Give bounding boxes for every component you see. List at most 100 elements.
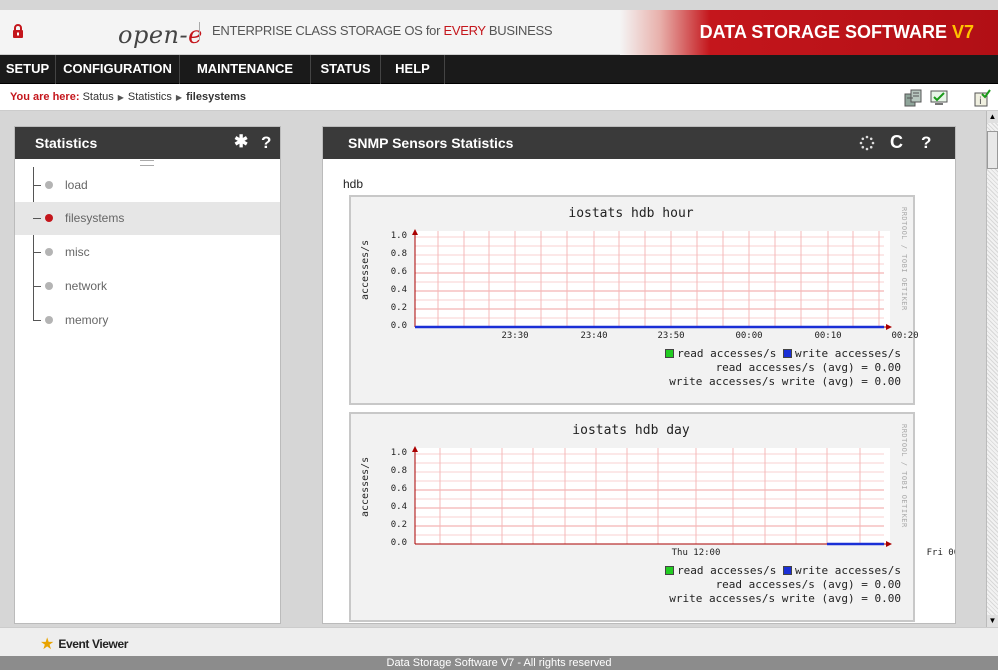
y-tick-label: 0.4 <box>390 502 407 512</box>
legend-row: read accesses/s write accesses/s <box>351 347 901 361</box>
x-tick-label: 00:20 <box>891 331 919 341</box>
x-tick-label: 23:30 <box>501 331 529 341</box>
snmp-sensors-panel: SNMP Sensors Statistics C ? hdb iostats … <box>322 126 956 624</box>
x-tick-label: 23:40 <box>580 331 608 341</box>
y-axis-label: accesses/s <box>360 239 371 300</box>
y-tick-label: 0.0 <box>390 538 407 548</box>
menu-maintenance[interactable]: MAINTENANCE <box>180 55 311 84</box>
breadcrumb-separator-icon: ▶ <box>175 93 183 102</box>
event-viewer-label: Event Viewer <box>58 637 129 651</box>
bullet-icon <box>45 282 53 290</box>
statistics-panel-header: Statistics ✱ ? <box>15 127 280 159</box>
help-icon[interactable]: ? <box>921 133 931 153</box>
tree-item-misc[interactable]: misc <box>15 236 280 269</box>
lock-icon[interactable] <box>12 24 24 38</box>
breadcrumb-label: You are here: <box>10 91 80 103</box>
info-icon[interactable]: i <box>972 88 992 108</box>
gear-icon[interactable]: ✱ <box>234 132 248 152</box>
snmp-panel-title: SNMP Sensors Statistics <box>348 135 514 151</box>
legend-read-label: read accesses/s <box>677 564 784 577</box>
chart-iostats-hour: iostats hdb hour 1.0 0.8 0.6 0.4 0.2 0.0 access… <box>349 195 919 405</box>
loading-spinner-icon <box>859 135 875 151</box>
bullet-icon <box>45 248 53 256</box>
svg-text:i: i <box>979 96 982 107</box>
legend-write-label: write accesses/s <box>795 347 901 360</box>
legend-swatch-read <box>665 566 675 575</box>
legend-stat-read: read accesses/s (avg) = 0.00 <box>715 361 901 374</box>
breadcrumb-separator-icon: ▶ <box>117 93 124 102</box>
legend-swatch-write <box>783 566 793 575</box>
event-bar: ★ Event Viewer <box>0 627 998 656</box>
chart-grid <box>412 446 892 547</box>
y-tick-label: 1.0 <box>390 448 407 458</box>
breadcrumb-bar: You are here: Status ▶ Statistics ▶ filesyst… <box>0 84 998 111</box>
x-tick-label: 00:10 <box>814 331 842 341</box>
main-menu: SETUP CONFIGURATION MAINTENANCE STATUS H… <box>0 55 998 84</box>
y-tick-label: 0.2 <box>390 520 407 530</box>
menu-help[interactable]: HELP <box>381 55 445 84</box>
app-window: open-e ENTERPRISE CLASS STORAGE OS for E… <box>0 0 998 670</box>
event-viewer-button[interactable]: ★ Event Viewer <box>40 633 128 653</box>
legend-row: read accesses/s write accesses/s <box>351 564 901 578</box>
menu-configuration[interactable]: CONFIGURATION <box>56 55 180 84</box>
tree-item-memory[interactable]: memory <box>15 304 280 337</box>
chart-iostats-day: iostats hdb day 1.0 0.8 0.6 0.4 0.2 0.0 accesse… <box>349 412 955 622</box>
breadcrumb-statistics[interactable]: Statistics <box>128 91 172 103</box>
tree-item-network[interactable]: network <box>15 270 280 303</box>
breadcrumb-current: filesystems <box>186 91 247 103</box>
legend-write-label: write accesses/s <box>795 564 901 577</box>
snmp-panel-header: SNMP Sensors Statistics C ? <box>323 127 955 159</box>
server-icon[interactable] <box>903 88 923 108</box>
scrollbar-thumb[interactable] <box>987 131 998 169</box>
resize-grip-icon[interactable] <box>140 160 154 166</box>
y-tick-label: 0.8 <box>390 466 407 476</box>
device-label: hdb <box>343 177 364 191</box>
chart-legend: read accesses/s write accesses/s read acc… <box>351 347 901 389</box>
footer: Data Storage Software V7 - All rights re… <box>0 656 998 670</box>
chart-title: iostats hdb day <box>572 423 690 438</box>
chart-legend: read accesses/s write accesses/s read acc… <box>351 564 901 606</box>
x-tick-label: 00:00 <box>735 331 763 341</box>
menu-setup[interactable]: SETUP <box>0 55 56 84</box>
star-icon: ★ <box>40 636 55 653</box>
y-tick-label: 0.6 <box>390 267 407 277</box>
brand-banner: DATA STORAGE SOFTWARE V7 <box>620 10 998 55</box>
x-tick-label: 23:50 <box>657 331 685 341</box>
scroll-down-icon[interactable]: ▼ <box>987 615 998 627</box>
y-axis-arrow <box>412 446 418 452</box>
scroll-up-icon[interactable]: ▲ <box>987 111 998 123</box>
chart-title: iostats hdb hour <box>568 206 694 221</box>
footer-text: Data Storage Software V7 - All rights re… <box>386 657 612 669</box>
breadcrumb: You are here: Status ▶ Statistics ▶ filesyst… <box>10 91 246 103</box>
legend-stat-read: read accesses/s (avg) = 0.00 <box>715 578 901 591</box>
statistics-panel: Statistics ✱ ? load filesystems misc net… <box>14 126 281 624</box>
x-axis-arrow <box>886 324 892 330</box>
menu-status[interactable]: STATUS <box>311 55 381 84</box>
y-axis-label: accesses/s <box>360 456 371 517</box>
y-tick-label: 1.0 <box>390 231 407 241</box>
top-header: open-e ENTERPRISE CLASS STORAGE OS for E… <box>0 10 998 55</box>
tree-item-filesystems[interactable]: filesystems <box>15 202 280 235</box>
tree-item-label: misc <box>65 245 90 259</box>
tree-item-label: network <box>65 279 108 293</box>
legend-stat-write: write accesses/s write (avg) = 0.00 <box>669 592 901 605</box>
vertical-scrollbar[interactable]: ▲ ▼ <box>986 111 998 627</box>
y-tick-label: 0.2 <box>390 303 407 313</box>
help-icon[interactable]: ? <box>261 133 271 153</box>
refresh-icon[interactable]: C <box>890 132 903 153</box>
legend-read-label: read accesses/s <box>677 347 784 360</box>
monitor-check-icon[interactable] <box>929 88 949 108</box>
bullet-icon <box>45 316 53 324</box>
y-tick-label: 0.8 <box>390 249 407 259</box>
y-tick-label: 0.0 <box>390 321 407 331</box>
legend-swatch-read <box>665 349 675 358</box>
open-e-logo: open-e <box>118 21 203 49</box>
tagline: ENTERPRISE CLASS STORAGE OS for EVERY BU… <box>199 22 553 40</box>
x-tick-label: Thu 12:00 <box>671 548 721 558</box>
tree-item-load[interactable]: load <box>15 169 280 202</box>
rrdtool-watermark: RRDTOOL / TOBI OETIKER <box>900 424 908 528</box>
tree-item-label: filesystems <box>65 211 125 225</box>
y-tick-label: 0.6 <box>390 484 407 494</box>
y-tick-label: 0.4 <box>390 285 407 295</box>
breadcrumb-status[interactable]: Status <box>83 91 114 103</box>
